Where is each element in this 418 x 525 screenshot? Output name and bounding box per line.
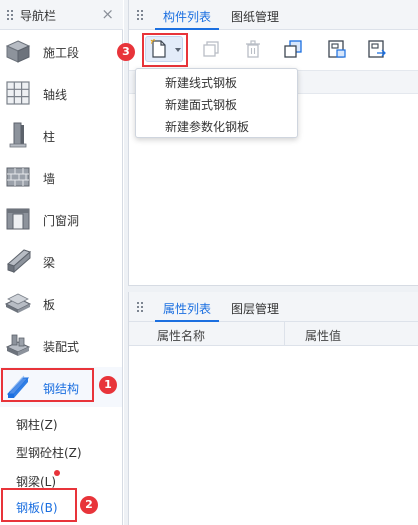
menu-item-new-linear-plate[interactable]: 新建线式钢板 <box>165 74 237 91</box>
tab-layer-management[interactable]: 图层管理 <box>231 300 279 317</box>
export-icon <box>368 40 386 58</box>
nav-item-construction-section[interactable]: 施工段 <box>0 31 122 71</box>
drag-grip-icon[interactable] <box>137 302 143 312</box>
nav-item-wall[interactable]: 墙 <box>0 157 122 197</box>
export-button[interactable] <box>365 37 389 61</box>
step-badge: 3 <box>117 43 135 61</box>
brick-wall-icon <box>4 164 32 190</box>
nav-header: 导航栏 × <box>0 0 123 30</box>
nav-item-column[interactable]: 柱 <box>0 115 122 155</box>
menu-item-new-parametric-plate[interactable]: 新建参数化钢板 <box>165 118 249 135</box>
column-header-property-value: 属性值 <box>305 329 342 343</box>
drag-grip-icon[interactable] <box>137 10 143 20</box>
sub-item-steel-concrete-column[interactable]: 型钢砼柱(Z) <box>16 444 82 461</box>
slab-icon <box>4 290 32 316</box>
tab-drawing-management[interactable]: 图纸管理 <box>231 8 279 25</box>
nav-item-label: 装配式 <box>43 340 80 354</box>
door-window-icon <box>4 206 32 232</box>
copy-icon <box>203 41 219 57</box>
layer-copy-icon <box>284 40 302 58</box>
copy-button[interactable] <box>199 37 223 61</box>
nav-item-beam[interactable]: 梁 <box>0 241 122 281</box>
property-tabbar: 属性列表 图层管理 <box>129 292 418 322</box>
tab-component-list[interactable]: 构件列表 <box>163 8 211 25</box>
step-badge: 2 <box>80 496 98 514</box>
nav-item-slab[interactable]: 板 <box>0 283 122 323</box>
grid-icon <box>4 80 32 106</box>
nav-item-prefab[interactable]: 装配式 <box>0 325 122 365</box>
notification-dot <box>54 470 60 476</box>
nav-item-label: 施工段 <box>43 46 80 60</box>
import-floor-icon <box>328 40 346 58</box>
nav-item-label: 柱 <box>43 130 56 144</box>
delete-button[interactable] <box>241 37 265 61</box>
new-component-menu: 新建线式钢板 新建面式钢板 新建参数化钢板 <box>135 68 298 138</box>
nav-item-label: 板 <box>43 298 56 312</box>
sub-item-steel-column[interactable]: 钢柱(Z) <box>16 416 58 433</box>
nav-title: 导航栏 <box>20 9 57 23</box>
nav-item-axis[interactable]: 轴线 <box>0 73 122 113</box>
tab-property-list[interactable]: 属性列表 <box>163 300 211 317</box>
step-badge: 1 <box>99 376 117 394</box>
nav-item-label: 墙 <box>43 172 56 186</box>
column-divider[interactable] <box>284 322 285 346</box>
column-icon <box>4 122 32 148</box>
component-tabbar: 构件列表 图纸管理 <box>129 0 418 30</box>
import-floor-button[interactable] <box>325 37 349 61</box>
menu-item-new-surface-plate[interactable]: 新建面式钢板 <box>165 96 237 113</box>
navigation-panel: 导航栏 × 施工段 轴线 柱 墙 门窗洞 梁 板 装配式 钢结构 1 钢柱(Z)… <box>0 0 123 525</box>
property-table-header: 属性名称 属性值 <box>129 322 418 346</box>
nav-item-door-window-opening[interactable]: 门窗洞 <box>0 199 122 239</box>
property-panel: 属性列表 图层管理 属性名称 属性值 <box>128 292 418 525</box>
close-icon[interactable]: × <box>101 5 114 23</box>
highlight-frame <box>1 368 94 402</box>
highlight-frame <box>1 488 77 522</box>
trash-icon <box>246 40 260 58</box>
drag-grip-icon[interactable] <box>7 10 13 20</box>
nav-item-label: 门窗洞 <box>43 214 80 228</box>
column-header-property-name: 属性名称 <box>157 329 206 343</box>
layer-copy-button[interactable] <box>281 37 305 61</box>
cube-icon <box>4 38 32 64</box>
prefab-icon <box>4 332 32 358</box>
highlight-frame <box>142 33 188 67</box>
nav-item-label: 轴线 <box>43 88 68 102</box>
beam-icon <box>4 248 32 274</box>
nav-item-label: 梁 <box>43 256 56 270</box>
